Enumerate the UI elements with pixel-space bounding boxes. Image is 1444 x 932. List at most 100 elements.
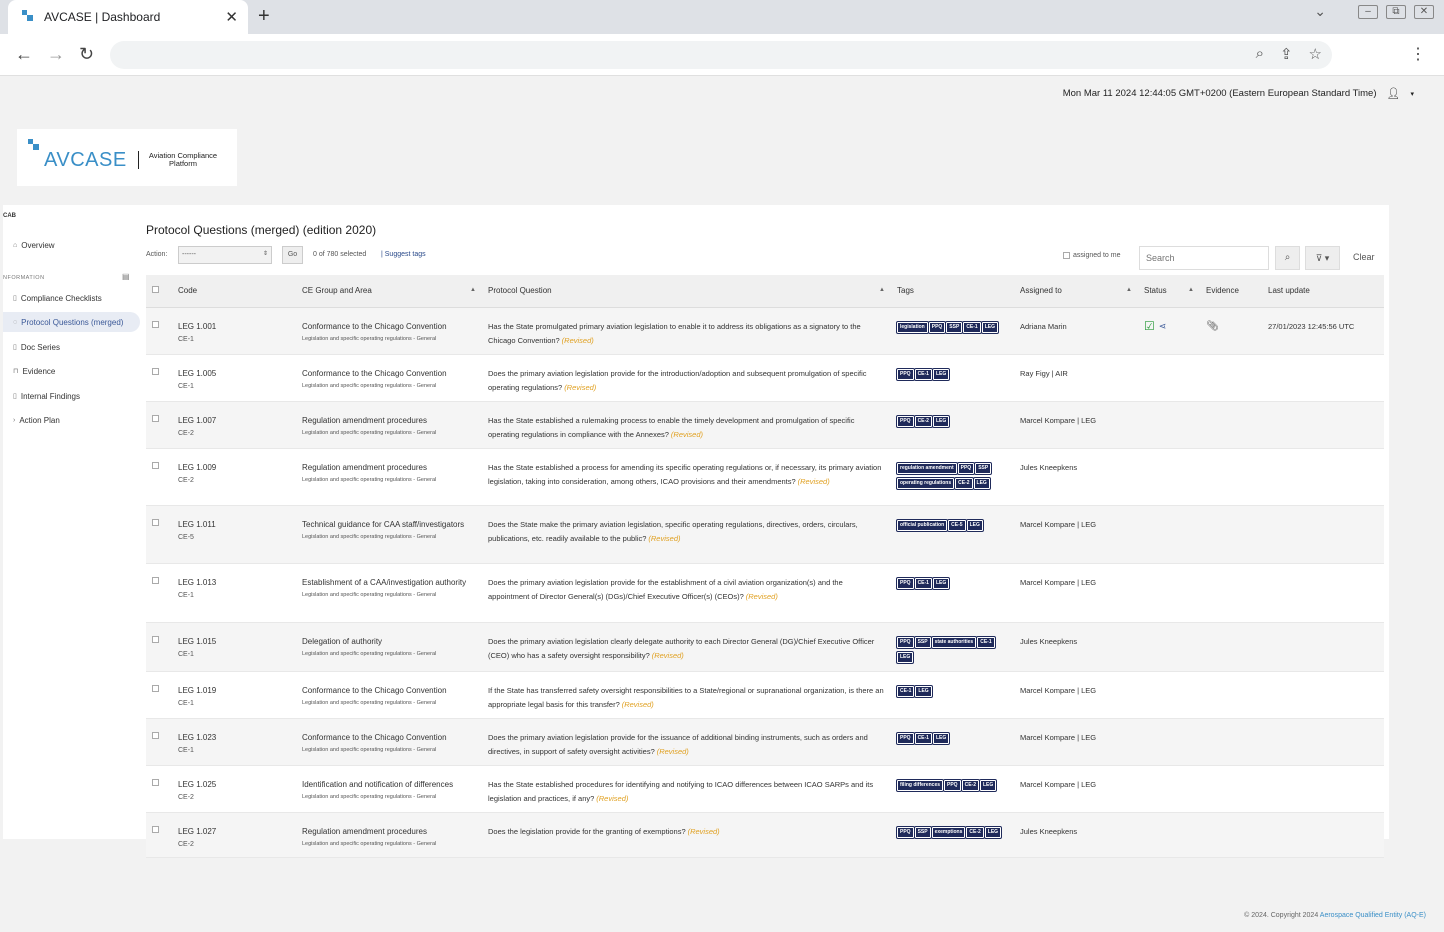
- code-cell[interactable]: LEG 1.013 CE-1: [172, 563, 296, 623]
- row-checkbox[interactable]: [152, 518, 159, 526]
- search-input[interactable]: [1139, 246, 1269, 270]
- row-checkbox[interactable]: [152, 825, 159, 833]
- row-checkbox[interactable]: [152, 461, 159, 469]
- tag-badge[interactable]: exemptions: [930, 825, 967, 839]
- question-code[interactable]: LEG 1.011: [178, 518, 290, 531]
- clear-button[interactable]: Clear: [1353, 252, 1375, 262]
- code-cell[interactable]: LEG 1.009 CE-2: [172, 448, 296, 506]
- tag-badge[interactable]: LEG: [983, 825, 1003, 839]
- footer-link[interactable]: Aerospace Qualified Entity (AQ-E): [1320, 912, 1426, 919]
- table-row[interactable]: LEG 1.007 CE-2 Regulation amendment proc…: [146, 401, 1384, 449]
- column-header-last-update[interactable]: Last update: [1262, 275, 1384, 308]
- close-icon[interactable]: ✕: [225, 8, 238, 26]
- sidebar-item-protocol-questions[interactable]: ◌ Protocol Questions (merged): [3, 312, 140, 332]
- row-select-cell[interactable]: [146, 812, 172, 858]
- row-select-cell[interactable]: [146, 401, 172, 449]
- row-checkbox[interactable]: [152, 414, 159, 422]
- tag-badge[interactable]: CE-2: [965, 825, 985, 839]
- question-code[interactable]: LEG 1.009: [178, 461, 290, 474]
- row-select-cell[interactable]: [146, 718, 172, 766]
- address-bar[interactable]: ⌕ ⇪ ☆: [110, 41, 1332, 69]
- question-cell[interactable]: Has the State promulgated primary aviati…: [482, 307, 891, 355]
- column-header-evidence[interactable]: Evidence: [1200, 275, 1262, 308]
- tag-badge[interactable]: PPQ: [896, 825, 915, 839]
- bookmark-star-icon[interactable]: ☆: [1309, 45, 1322, 63]
- column-header-tags[interactable]: Tags: [891, 275, 1014, 308]
- tag-badge[interactable]: PPQ: [896, 367, 915, 381]
- sort-icon[interactable]: ▲: [1188, 287, 1194, 293]
- column-header-code[interactable]: Code: [172, 275, 296, 308]
- sidebar-item-overview[interactable]: ⌂ Overview: [3, 235, 140, 255]
- tag-badge[interactable]: SSP: [974, 461, 993, 475]
- table-row[interactable]: LEG 1.023 CE-1 Conformance to the Chicag…: [146, 718, 1384, 766]
- tag-badge[interactable]: CE-2: [913, 414, 933, 428]
- question-code[interactable]: LEG 1.019: [178, 684, 290, 697]
- table-row[interactable]: LEG 1.025 CE-2 Identification and notifi…: [146, 765, 1384, 813]
- question-code[interactable]: LEG 1.001: [178, 320, 290, 333]
- question-cell[interactable]: Does the primary aviation legislation pr…: [482, 718, 891, 766]
- code-cell[interactable]: LEG 1.023 CE-1: [172, 718, 296, 766]
- row-select-cell[interactable]: [146, 622, 172, 672]
- code-cell[interactable]: LEG 1.001 CE-1: [172, 307, 296, 355]
- question-code[interactable]: LEG 1.025: [178, 778, 290, 791]
- select-all-header[interactable]: [146, 275, 172, 308]
- tag-badge[interactable]: LEG: [914, 684, 933, 698]
- tag-badge[interactable]: PPQ: [896, 414, 915, 428]
- table-row[interactable]: LEG 1.019 CE-1 Conformance to the Chicag…: [146, 671, 1384, 719]
- tag-badge[interactable]: LEG: [980, 320, 1000, 334]
- question-cell[interactable]: Does the primary aviation legislation pr…: [482, 354, 891, 402]
- question-cell[interactable]: If the State has transferred safety over…: [482, 671, 891, 719]
- question-code[interactable]: LEG 1.015: [178, 635, 290, 648]
- tag-badge[interactable]: state authorities: [930, 635, 978, 649]
- action-select[interactable]: ------ ⇕: [178, 246, 272, 264]
- minimize-icon[interactable]: –: [1358, 4, 1378, 19]
- tag-badge[interactable]: LEG: [965, 518, 984, 532]
- sidebar-item-evidence[interactable]: ⊓ Evidence: [3, 361, 140, 381]
- row-checkbox[interactable]: [152, 320, 159, 328]
- tag-badge[interactable]: SSP: [913, 635, 932, 649]
- go-button[interactable]: Go: [282, 246, 303, 264]
- suggest-tags-link[interactable]: | Suggest tags: [381, 251, 426, 258]
- row-checkbox[interactable]: [152, 684, 159, 692]
- tag-badge[interactable]: CE-5: [947, 518, 967, 532]
- assigned-to-me-checkbox[interactable]: [1063, 252, 1070, 259]
- table-row[interactable]: LEG 1.015 CE-1 Delegation of authority L…: [146, 622, 1384, 672]
- paperclip-icon[interactable]: 📎︎: [1206, 321, 1219, 332]
- share-nodes-icon[interactable]: ⋖: [1159, 320, 1167, 333]
- assigned-to-me-filter[interactable]: assigned to me: [1063, 252, 1120, 259]
- tag-badge[interactable]: CE-1: [895, 684, 916, 698]
- row-checkbox[interactable]: [152, 731, 159, 739]
- tag-badge[interactable]: legislation: [896, 320, 929, 334]
- sidebar-item-doc-series[interactable]: ▯ Doc Series: [3, 337, 140, 357]
- tag-badge[interactable]: PPQ: [956, 461, 976, 475]
- tag-badge[interactable]: LEG: [895, 650, 915, 664]
- row-select-cell[interactable]: [146, 307, 172, 355]
- row-select-cell[interactable]: [146, 671, 172, 719]
- tag-badge[interactable]: LEG: [972, 476, 991, 490]
- question-cell[interactable]: Does the State make the primary aviation…: [482, 505, 891, 564]
- question-code[interactable]: LEG 1.005: [178, 367, 290, 380]
- code-cell[interactable]: LEG 1.005 CE-1: [172, 354, 296, 402]
- tab-search-chevron-down-icon[interactable]: ⌄: [1314, 3, 1326, 20]
- column-header-protocol-question[interactable]: Protocol Question ▲: [482, 275, 891, 308]
- tag-badge[interactable]: LEG: [978, 778, 998, 792]
- question-cell[interactable]: Has the State established a rulemaking p…: [482, 401, 891, 449]
- sidebar-item-compliance-checklists[interactable]: ▯ Compliance Checklists: [3, 288, 140, 308]
- forward-arrow-icon[interactable]: →: [47, 44, 65, 65]
- code-cell[interactable]: LEG 1.025 CE-2: [172, 765, 296, 813]
- table-row[interactable]: LEG 1.027 CE-2 Regulation amendment proc…: [146, 812, 1384, 858]
- row-select-cell[interactable]: [146, 505, 172, 564]
- sidebar-item-internal-findings[interactable]: ▯ Internal Findings: [3, 386, 140, 406]
- tag-badge[interactable]: filing differences: [895, 778, 945, 792]
- back-arrow-icon[interactable]: ←: [15, 44, 33, 65]
- question-cell[interactable]: Does the primary aviation legislation pr…: [482, 563, 891, 623]
- column-header-assigned-to[interactable]: Assigned to ▲: [1014, 275, 1138, 308]
- sort-icon[interactable]: ▲: [879, 287, 885, 293]
- tag-badge[interactable]: CE-1: [913, 576, 933, 590]
- user-icon[interactable]: 👤︎: [1387, 87, 1401, 100]
- tag-badge[interactable]: regulation amendment: [896, 461, 958, 475]
- tag-badge[interactable]: CE-2: [960, 778, 981, 792]
- tag-badge[interactable]: LEG: [931, 367, 951, 381]
- share-icon[interactable]: ⇪: [1280, 45, 1293, 63]
- question-cell[interactable]: Does the primary aviation legislation cl…: [482, 622, 891, 672]
